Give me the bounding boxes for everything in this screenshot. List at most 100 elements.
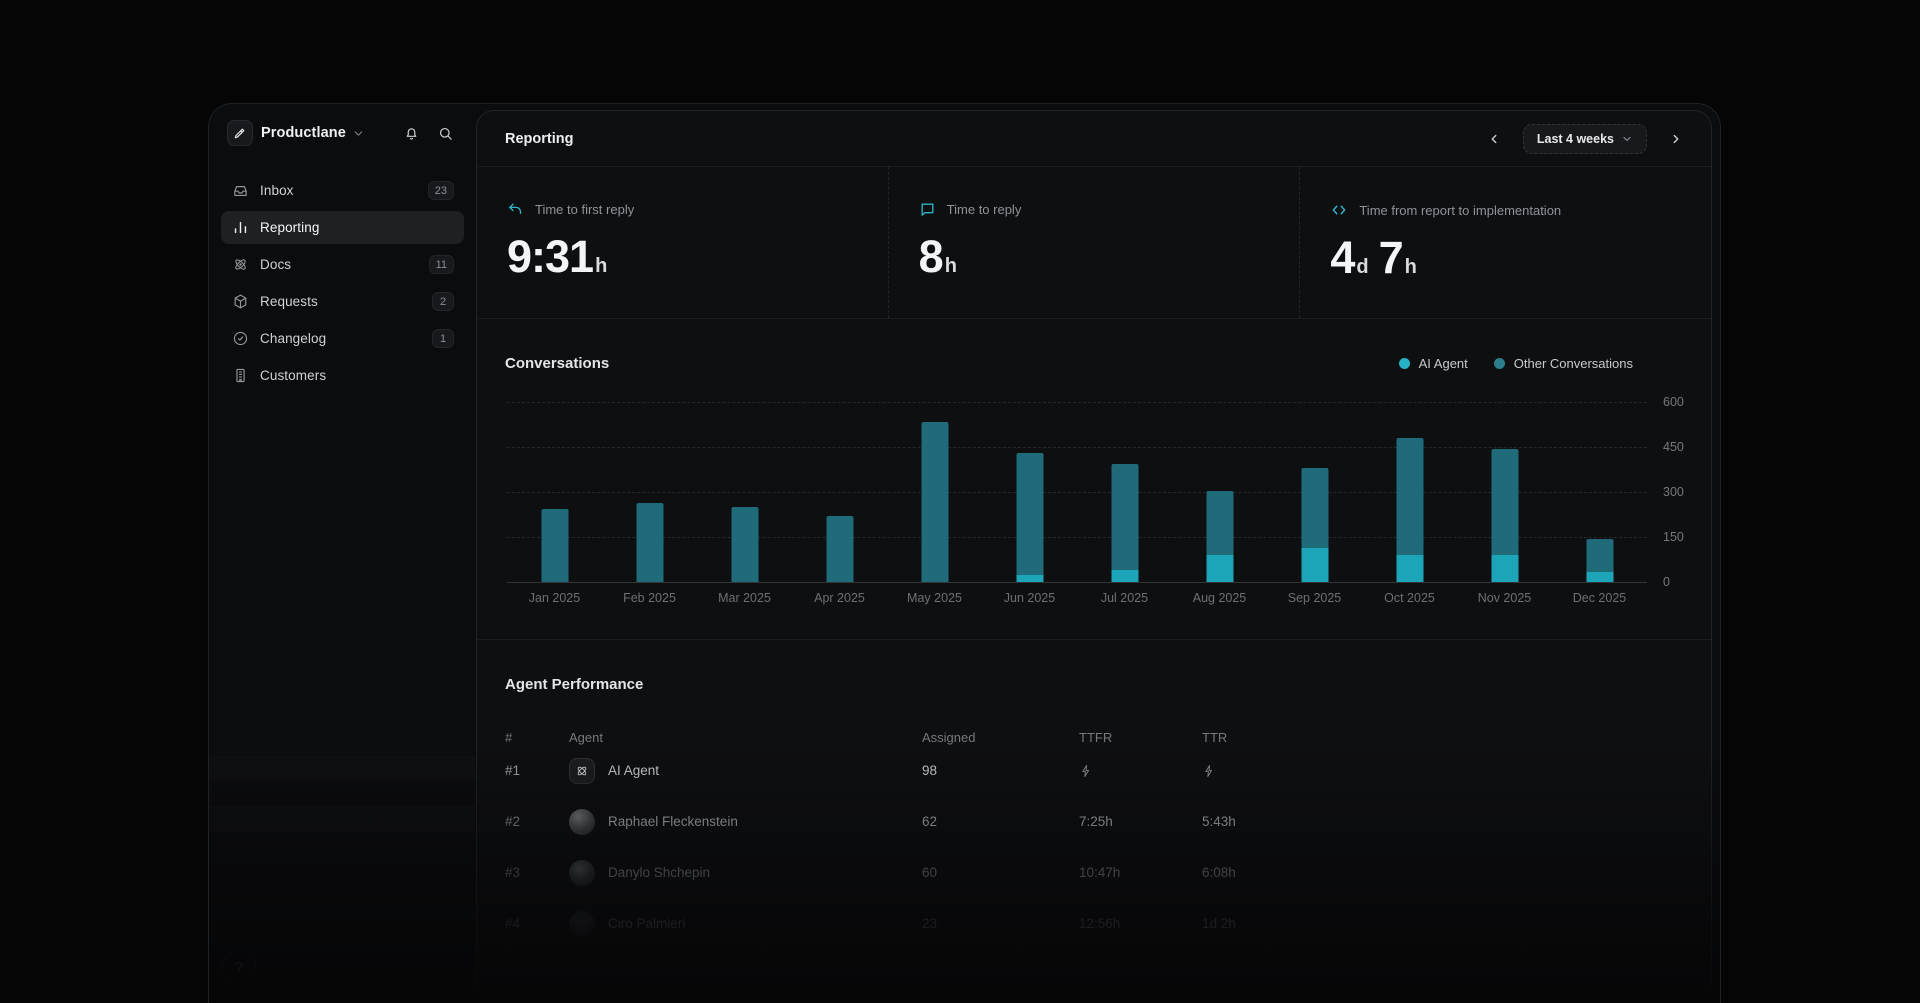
bar-chart-icon [231, 219, 249, 237]
sidebar-skeleton-stripe [209, 806, 475, 831]
stat-report-to-implementation: Time from report to implementation 4d7h [1299, 167, 1711, 318]
sidebar-item-inbox[interactable]: Inbox 23 [221, 174, 464, 207]
date-range-label: Last 4 weeks [1537, 132, 1614, 146]
bar-segment-ai [1111, 570, 1138, 582]
bar-segment-other [731, 507, 758, 582]
bar-segment-ai [1396, 555, 1423, 582]
page-title: Reporting [505, 131, 573, 147]
chat-bubble-icon [919, 201, 936, 218]
bar-nov-2025[interactable] [1457, 402, 1552, 582]
bar-segment-ai [1016, 575, 1043, 583]
col-ttr: TTR [1202, 730, 1683, 745]
sidebar-item-docs[interactable]: Docs 11 [221, 248, 464, 281]
bar-segment-other [1111, 464, 1138, 571]
bar-segment-ai [1491, 555, 1518, 582]
bar-sep-2025[interactable] [1267, 402, 1362, 582]
ttfr-cell: 10:47h [1079, 865, 1202, 880]
bar-may-2025[interactable] [887, 402, 982, 582]
productlane-logo[interactable] [227, 120, 253, 146]
search-icon[interactable] [432, 120, 458, 146]
inbox-count-badge: 23 [428, 181, 454, 200]
app-window: Productlane [208, 103, 1721, 1003]
ttfr-cell: 12:56h [1079, 916, 1202, 931]
rank-cell: #4 [505, 916, 569, 931]
sidebar-item-reporting[interactable]: Reporting [221, 211, 464, 244]
y-axis-tick: 150 [1663, 530, 1684, 544]
prev-period-button[interactable] [1481, 126, 1507, 152]
bar-mar-2025[interactable] [697, 402, 792, 582]
rank-cell: #3 [505, 865, 569, 880]
stat-unit: h [1405, 256, 1417, 278]
assigned-cell: 62 [922, 814, 1079, 829]
code-brackets-icon [1330, 201, 1348, 219]
x-axis-label: Jul 2025 [1077, 591, 1172, 639]
cube-icon [231, 293, 249, 311]
sidebar-item-label: Customers [260, 368, 454, 383]
date-range-dropdown[interactable]: Last 4 weeks [1523, 124, 1647, 154]
stat-label: Time to first reply [535, 202, 634, 217]
workspace-name[interactable]: Productlane [261, 125, 346, 141]
check-circle-icon [231, 330, 249, 348]
ttr-cell: 5:43h [1202, 814, 1683, 829]
rank-cell: #1 [505, 763, 569, 778]
sidebar: Productlane [209, 104, 476, 1003]
bar-aug-2025[interactable] [1172, 402, 1267, 582]
table-row[interactable]: #4 Ciro Palmieri 23 12:56h 1d 2h [505, 898, 1683, 949]
ai-agent-avatar [569, 758, 595, 784]
bar-feb-2025[interactable] [602, 402, 697, 582]
chevron-down-icon[interactable] [352, 127, 365, 140]
stat-unit: h [595, 255, 607, 277]
pen-icon [233, 126, 247, 140]
agent-cell: AI Agent [569, 758, 922, 784]
x-axis-label: Dec 2025 [1552, 591, 1647, 639]
y-axis-tick: 450 [1663, 440, 1684, 454]
sidebar-header: Productlane [209, 104, 476, 162]
page-header: Reporting Last 4 weeks [477, 111, 1711, 167]
stat-value: 9:31h [507, 231, 860, 283]
bar-segment-other [1396, 438, 1423, 555]
bar-segment-ai [1206, 555, 1233, 582]
legend-ai-agent: AI Agent [1399, 356, 1468, 371]
table-row[interactable]: #3 Danylo Shchepin 60 10:47h 6:08h [505, 847, 1683, 898]
x-axis-label: Mar 2025 [697, 591, 792, 639]
notifications-bell-icon[interactable] [398, 120, 424, 146]
legend-dot-ai [1399, 358, 1410, 369]
table-row[interactable]: #1 AI Agent 98 [505, 745, 1683, 796]
x-axis-label: May 2025 [887, 591, 982, 639]
chart-x-axis-labels: Jan 2025Feb 2025Mar 2025Apr 2025May 2025… [507, 582, 1647, 639]
bar-segment-other [1206, 491, 1233, 556]
help-button[interactable]: ? [222, 950, 256, 984]
sidebar-item-requests[interactable]: Requests 2 [221, 285, 464, 318]
next-period-button[interactable] [1663, 126, 1689, 152]
conversations-bar-chart[interactable]: 0150300450600 [507, 402, 1647, 582]
sidebar-item-changelog[interactable]: Changelog 1 [221, 322, 464, 355]
x-axis-label: Aug 2025 [1172, 591, 1267, 639]
inbox-icon [231, 182, 249, 200]
bar-jan-2025[interactable] [507, 402, 602, 582]
table-row[interactable]: #2 Raphael Fleckenstein 62 7:25h 5:43h [505, 796, 1683, 847]
x-axis-label: Jun 2025 [982, 591, 1077, 639]
ttr-cell: 6:08h [1202, 865, 1683, 880]
col-assigned: Assigned [922, 730, 1079, 745]
docs-orbit-icon [231, 256, 249, 274]
agent-cell: Ciro Palmieri [569, 911, 922, 937]
bar-apr-2025[interactable] [792, 402, 887, 582]
sidebar-item-customers[interactable]: Customers [221, 359, 464, 392]
bar-dec-2025[interactable] [1552, 402, 1647, 582]
gridline [507, 582, 1647, 583]
sidebar-nav: Inbox 23 Reporting [209, 162, 476, 392]
bar-jul-2025[interactable] [1077, 402, 1172, 582]
bar-jun-2025[interactable] [982, 402, 1077, 582]
bar-oct-2025[interactable] [1362, 402, 1457, 582]
agent-cell: Danylo Shchepin [569, 860, 922, 886]
chevron-down-icon [1621, 133, 1633, 145]
y-axis-tick: 0 [1663, 575, 1670, 589]
bar-segment-ai [1586, 572, 1613, 583]
bar-segment-other [921, 422, 948, 583]
stat-label: Time from report to implementation [1359, 203, 1561, 218]
x-axis-label: Nov 2025 [1457, 591, 1552, 639]
agent-cell: Raphael Fleckenstein [569, 809, 922, 835]
agent-performance-section: Agent Performance # Agent Assigned TTFR … [477, 640, 1711, 949]
bar-segment-other [826, 516, 853, 582]
assigned-cell: 23 [922, 916, 1079, 931]
